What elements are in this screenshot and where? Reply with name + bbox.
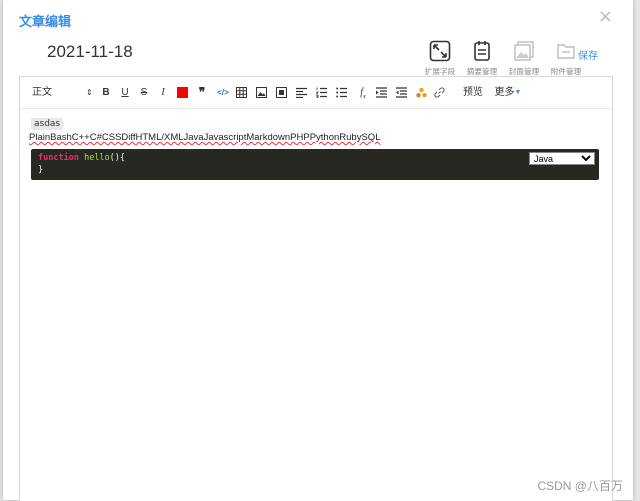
- video-button[interactable]: [276, 85, 288, 100]
- more-button[interactable]: 更多▼: [494, 85, 522, 100]
- editor-toolbar: 正文 ⇕ B U S I ❞ </> fx 预览 更多▼: [20, 77, 612, 109]
- bold-button[interactable]: B: [100, 85, 112, 100]
- underline-button[interactable]: U: [119, 85, 131, 100]
- language-list-text: PlainBashC++C#CSSDiffHTML/XMLJavaJavascr…: [29, 132, 381, 143]
- font-color-button[interactable]: [177, 87, 188, 98]
- align-left-icon: [296, 87, 307, 98]
- outdent-icon: [396, 87, 407, 98]
- font-color-swatch: [177, 87, 188, 98]
- code-line-1: function hello(){: [38, 153, 125, 163]
- indent-icon: [376, 87, 387, 98]
- code-keyword: function: [38, 153, 79, 163]
- summary-manage-button[interactable]: 摘要管理: [459, 40, 505, 77]
- strikethrough-button[interactable]: S: [138, 85, 150, 100]
- cover-manage-button[interactable]: 封面管理: [501, 40, 547, 77]
- quote-button[interactable]: ❞: [196, 85, 208, 100]
- indent-button[interactable]: [376, 85, 388, 100]
- image-icon: [514, 41, 534, 61]
- article-date: 2021-11-18: [47, 42, 133, 61]
- code-line-2: }: [38, 165, 44, 175]
- csdn-watermark: CSDN @八百万: [537, 479, 623, 493]
- close-icon[interactable]: ×: [598, 6, 613, 27]
- code-button[interactable]: </>: [216, 85, 230, 100]
- code-function-name: hello: [84, 153, 110, 163]
- article-edit-dialog: 文章编辑 × 2021-11-18 扩展字段 摘要管理 封面管理 附件管理 保存…: [3, 0, 633, 501]
- link-button[interactable]: [434, 85, 446, 100]
- italic-button[interactable]: I: [157, 85, 169, 100]
- inline-code-text: asdas: [31, 118, 64, 130]
- bullet-list-icon: [336, 87, 347, 98]
- format-select[interactable]: 正文 ⇕: [32, 85, 94, 100]
- caret-down-icon: ▼: [514, 89, 522, 96]
- dialog-title: 文章编辑: [19, 15, 72, 30]
- rich-text-editor: 正文 ⇕ B U S I ❞ </> fx 预览 更多▼ asdas Plain…: [19, 76, 613, 501]
- triangle-shapes-icon: [416, 87, 427, 98]
- film-icon: [276, 87, 287, 98]
- formula-button[interactable]: fx: [356, 85, 370, 100]
- expand-fields-button[interactable]: 扩展字段: [417, 40, 463, 77]
- outdent-button[interactable]: [396, 85, 408, 100]
- preview-button[interactable]: 预览: [462, 85, 484, 100]
- unordered-list-button[interactable]: [336, 85, 348, 100]
- updown-icon: ⇕: [86, 88, 93, 97]
- ordered-list-button[interactable]: [316, 85, 328, 100]
- code-language-select[interactable]: Java: [529, 152, 595, 165]
- more-label: 更多: [494, 87, 515, 98]
- image-button[interactable]: [256, 85, 268, 100]
- link-icon: [434, 87, 445, 98]
- code-block[interactable]: function hello(){ } Java: [31, 149, 599, 180]
- picture-icon: [256, 87, 267, 98]
- table-button[interactable]: [236, 85, 248, 100]
- code-punctuation: (){: [109, 153, 126, 163]
- align-left-button[interactable]: [296, 85, 308, 100]
- table-icon: [236, 87, 247, 98]
- format-select-value: 正文: [32, 87, 52, 98]
- save-button[interactable]: 保存: [578, 47, 598, 62]
- emoticon-button[interactable]: [416, 85, 428, 100]
- expand-icon: [429, 40, 451, 62]
- formula-icon: fx: [360, 87, 366, 100]
- folder-icon: [557, 44, 575, 59]
- ordered-list-icon: [316, 87, 327, 98]
- document-icon: [474, 41, 490, 61]
